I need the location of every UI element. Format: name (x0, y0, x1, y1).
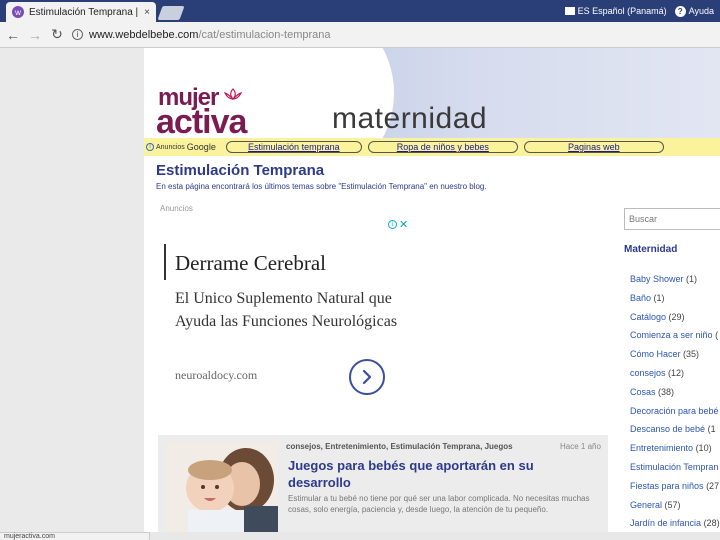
category-item[interactable]: Catálogo (29) (630, 312, 720, 331)
category-link[interactable]: Catálogo (630, 312, 666, 322)
category-link[interactable]: Estimulación Tempran (630, 462, 718, 472)
category-link[interactable]: Cosas (630, 387, 656, 397)
browser-tab[interactable]: w Estimulación Temprana | × (6, 2, 156, 22)
browser-tab-bar: w Estimulación Temprana | × ES Español (… (0, 0, 720, 22)
category-count: (29) (668, 311, 685, 322)
ad-links-bar: i Anuncios Google Estimulación temprana … (144, 138, 720, 156)
post-date: Hace 1 año (560, 442, 601, 451)
category-item[interactable]: Cosas (38) (630, 387, 720, 406)
new-tab-button[interactable] (157, 6, 185, 20)
category-item[interactable]: Jardín de infancia (28) (630, 518, 720, 532)
logo-text-activa[interactable]: activa (156, 103, 247, 142)
category-count: (35) (683, 349, 700, 360)
category-item[interactable]: General (57) (630, 500, 720, 519)
category-count: (1 (707, 424, 716, 435)
post-categories[interactable]: consejos, Entretenimiento, Estimulación … (286, 442, 513, 451)
category-item[interactable]: Descanso de bebé (1 (630, 424, 720, 443)
ad-info-icon[interactable]: i (146, 143, 154, 151)
post-title[interactable]: Juegos para bebés que aportarán en su de… (288, 457, 578, 491)
category-description: En esta página encontrará los últimos te… (156, 182, 487, 191)
ad-close-icon[interactable]: ✕ (399, 218, 408, 231)
category-count: (10) (695, 443, 712, 454)
category-item[interactable]: consejos (12) (630, 368, 720, 387)
category-item[interactable]: Cómo Hacer (35) (630, 349, 720, 368)
help-button[interactable]: ? Ayuda (674, 5, 714, 17)
back-arrow-icon[interactable]: ← (6, 27, 20, 43)
reload-icon[interactable]: ↻ (50, 26, 64, 43)
category-item[interactable]: Baño (1) (630, 293, 720, 312)
category-count: (1) (686, 274, 698, 284)
category-link[interactable]: Decoración para bebé (630, 406, 719, 416)
category-link[interactable]: General (630, 500, 662, 510)
category-count: (28) (703, 518, 720, 529)
category-count: ( (715, 330, 719, 341)
category-link[interactable]: Comienza a ser niño (630, 330, 713, 340)
tab-close-icon[interactable]: × (144, 7, 150, 18)
extension-area: ES Español (Panamá) ? Ayuda (564, 0, 720, 22)
category-item[interactable]: Entretenimiento (10) (630, 443, 720, 462)
status-bar: mujeractiva.com (0, 532, 150, 540)
site-info-icon[interactable]: i (72, 29, 83, 40)
help-icon: ? (674, 5, 686, 17)
search-input[interactable] (624, 208, 720, 230)
category-link[interactable]: Entretenimiento (630, 443, 693, 453)
section-title: maternidad (332, 102, 488, 135)
url-text[interactable]: www.webdelbebe.com/cat/estimulacion-temp… (89, 29, 331, 41)
ad-link-paginas[interactable]: Paginas web (523, 141, 664, 153)
ad-choices[interactable]: i ✕ (388, 218, 408, 231)
category-link[interactable]: consejos (630, 368, 666, 378)
category-link[interactable]: Fiestas para niños (630, 481, 704, 491)
tab-title: Estimulación Temprana | (29, 6, 139, 18)
browser-toolbar: ← → ↻ i www.webdelbebe.com/cat/estimulac… (0, 22, 720, 48)
category-count: (38) (658, 386, 675, 397)
flag-icon (564, 7, 575, 15)
category-link[interactable]: Descanso de bebé (630, 424, 705, 434)
category-link[interactable]: Cómo Hacer (630, 349, 681, 359)
category-item[interactable]: Baby Shower (1) (630, 274, 720, 293)
adchoices-info-icon[interactable]: i (388, 220, 397, 229)
category-item[interactable]: Comienza a ser niño ( (630, 330, 720, 349)
ad-label: Anuncios (160, 204, 193, 213)
category-title: Estimulación Temprana (156, 162, 325, 179)
website: mujer activa maternidad i Anuncios Googl… (144, 48, 720, 532)
category-count: (1) (653, 292, 665, 303)
site-header: mujer activa maternidad (144, 48, 720, 178)
ad-domain[interactable]: neuroaldocy.com (175, 368, 257, 383)
post-excerpt: Estimular a tu bebé no tiene por qué ser… (288, 494, 590, 514)
ad-link-estimulacion[interactable]: Estimulación temprana (225, 141, 362, 153)
category-list: Baby Shower (1) Baño (1) Catálogo (29) C… (630, 274, 720, 532)
category-link[interactable]: Jardín de infancia (630, 518, 701, 528)
forward-arrow-icon[interactable]: → (28, 27, 42, 43)
adbar-label: i Anuncios Google (146, 142, 216, 152)
lotus-logo-icon (224, 88, 242, 100)
url-host: www.webdelbebe.com (89, 28, 199, 41)
adbar-anuncios: Anuncios (156, 143, 185, 151)
category-link[interactable]: Baño (630, 293, 651, 303)
adbar-google: Google (186, 142, 216, 152)
ad-arrow-button[interactable] (349, 359, 385, 395)
post-card: consejos, Entretenimiento, Estimulación … (158, 435, 608, 532)
chevron-right-icon (362, 369, 372, 385)
category-item[interactable]: Decoración para bebé (630, 406, 720, 425)
sidebar-heading: Maternidad (624, 244, 678, 255)
category-count: (57) (664, 499, 681, 510)
language-label: ES Español (Panamá) (577, 6, 667, 16)
help-label: Ayuda (688, 6, 714, 16)
post-thumbnail[interactable] (166, 442, 278, 532)
url-path: /cat/estimulacion-temprana (198, 28, 331, 41)
category-count: (27 (706, 480, 720, 491)
category-count: (12) (668, 367, 685, 378)
ad-link-ropa[interactable]: Ropa de niños y bebes (367, 141, 518, 153)
mother-baby-photo-icon (166, 442, 278, 532)
category-link[interactable]: Baby Shower (630, 274, 684, 284)
category-item[interactable]: Fiestas para niños (27 (630, 481, 720, 500)
ad-body[interactable]: El Unico Suplemento Natural que Ayuda la… (175, 287, 405, 333)
ad-accent-bar (164, 244, 166, 280)
category-item[interactable]: Estimulación Tempran (630, 462, 720, 481)
ad-headline[interactable]: Derrame Cerebral (175, 251, 326, 276)
language-selector[interactable]: ES Español (Panamá) (564, 6, 667, 16)
address-bar[interactable]: i www.webdelbebe.com/cat/estimulacion-te… (72, 25, 714, 45)
site-favicon-icon: w (12, 6, 24, 18)
